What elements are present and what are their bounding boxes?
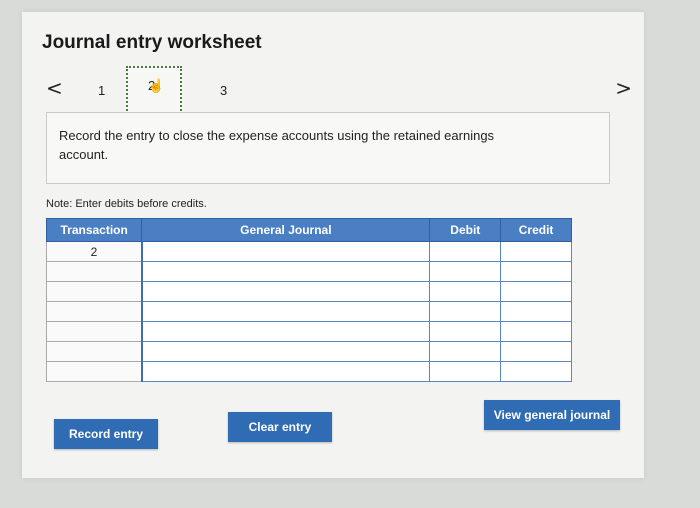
transaction-cell bbox=[45, 261, 143, 282]
next-arrow-icon[interactable]: > bbox=[615, 76, 632, 100]
transaction-cell: 2 bbox=[45, 241, 143, 262]
table-row bbox=[45, 261, 572, 282]
account-input[interactable] bbox=[140, 321, 431, 342]
table-row bbox=[45, 301, 572, 322]
journal-table: Transaction General Journal Debit Credit… bbox=[45, 218, 572, 382]
record-entry-button[interactable]: Record entry bbox=[54, 419, 158, 449]
account-input[interactable] bbox=[140, 301, 431, 322]
transaction-cell bbox=[45, 341, 143, 362]
credit-input[interactable] bbox=[500, 361, 572, 382]
page-link-2-current[interactable]: 2 ☝ bbox=[126, 66, 182, 114]
debit-input[interactable] bbox=[429, 341, 502, 362]
table-row bbox=[45, 341, 572, 362]
credit-input[interactable] bbox=[500, 261, 572, 282]
table-header-row: Transaction General Journal Debit Credit bbox=[45, 218, 572, 242]
table-row bbox=[45, 321, 572, 342]
table-row bbox=[45, 361, 572, 382]
page-link-3[interactable]: 3 bbox=[220, 83, 227, 98]
credit-input[interactable] bbox=[500, 301, 572, 322]
debit-input[interactable] bbox=[429, 321, 502, 342]
debit-input[interactable] bbox=[429, 241, 502, 262]
credit-input[interactable] bbox=[500, 281, 572, 302]
credit-input[interactable] bbox=[500, 241, 572, 262]
instruction-text: Record the entry to close the expense ac… bbox=[59, 128, 495, 162]
header-general-journal: General Journal bbox=[141, 218, 431, 242]
prev-arrow-icon[interactable]: < bbox=[46, 76, 63, 100]
debit-input[interactable] bbox=[429, 301, 502, 322]
clear-entry-button[interactable]: Clear entry bbox=[228, 412, 332, 442]
debit-input[interactable] bbox=[429, 281, 502, 302]
instruction-box: Record the entry to close the expense ac… bbox=[46, 112, 610, 184]
table-row bbox=[45, 281, 572, 302]
credit-input[interactable] bbox=[500, 321, 572, 342]
table-row: 2 bbox=[45, 241, 572, 262]
account-input[interactable] bbox=[140, 341, 431, 362]
view-general-journal-button[interactable]: View general journal bbox=[484, 400, 620, 430]
account-input[interactable] bbox=[140, 361, 431, 382]
page-title: Journal entry worksheet bbox=[42, 32, 262, 53]
debit-input[interactable] bbox=[429, 361, 502, 382]
account-input[interactable] bbox=[140, 281, 431, 302]
header-transaction: Transaction bbox=[45, 218, 143, 242]
page-link-1[interactable]: 1 bbox=[98, 83, 105, 98]
worksheet-panel: Journal entry worksheet < 1 2 ☝ 3 > Reco… bbox=[22, 12, 644, 478]
debit-input[interactable] bbox=[429, 261, 502, 282]
transaction-cell bbox=[45, 301, 143, 322]
credit-input[interactable] bbox=[500, 341, 572, 362]
header-debit: Debit bbox=[429, 218, 502, 242]
account-input[interactable] bbox=[140, 261, 431, 282]
note-text: Note: Enter debits before credits. bbox=[46, 198, 207, 210]
transaction-cell bbox=[45, 321, 143, 342]
transaction-cell bbox=[45, 281, 143, 302]
header-credit: Credit bbox=[500, 218, 572, 242]
transaction-cell bbox=[45, 361, 143, 382]
hand-cursor-icon: ☝ bbox=[148, 78, 165, 93]
account-input[interactable] bbox=[140, 241, 431, 262]
